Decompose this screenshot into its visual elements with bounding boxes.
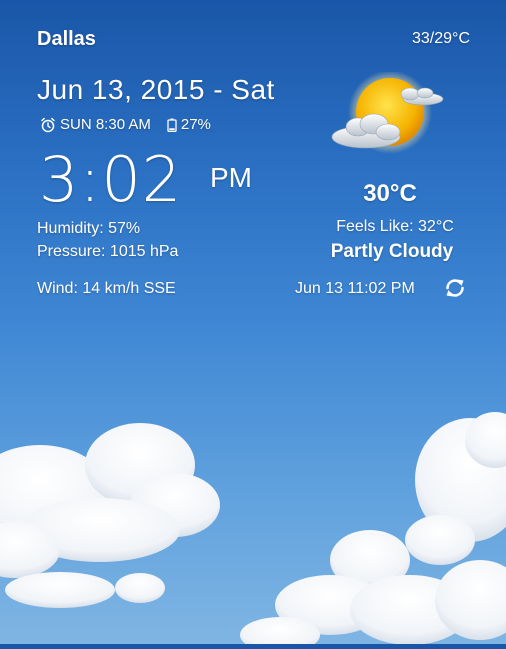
- alarm-clock-icon: [41, 117, 55, 132]
- refresh-button[interactable]: [443, 276, 467, 305]
- weather-condition: Partly Cloudy: [330, 241, 454, 262]
- date-label[interactable]: Jun 13, 2015 - Sat: [37, 74, 275, 106]
- background-clouds: [0, 400, 506, 649]
- wind-label: Wind: 14 km/h SSE: [37, 280, 176, 297]
- hi-lo-temperature: 33/29°C: [412, 30, 470, 47]
- alarm-battery-row: SUN 8:30 AM 27%: [40, 116, 211, 133]
- last-updated: Jun 13 11:02 PM: [295, 280, 415, 297]
- clock-ampm: PM: [210, 162, 252, 193]
- feels-like-label: Feels Like: 32°C: [336, 218, 454, 235]
- current-temperature[interactable]: 30°C: [315, 180, 465, 208]
- partly-cloudy-icon[interactable]: [328, 70, 448, 172]
- refresh-icon: [446, 279, 464, 297]
- humidity-label: Humidity: 57%: [37, 220, 141, 237]
- alarm-time: SUN 8:30 AM: [60, 116, 151, 133]
- pressure-label: Pressure: 1015 hPa: [37, 243, 179, 260]
- battery-level: 27%: [180, 116, 211, 133]
- battery-icon: [167, 118, 177, 132]
- city-name[interactable]: Dallas: [37, 28, 96, 51]
- clock-time[interactable]: 3:02: [39, 143, 182, 216]
